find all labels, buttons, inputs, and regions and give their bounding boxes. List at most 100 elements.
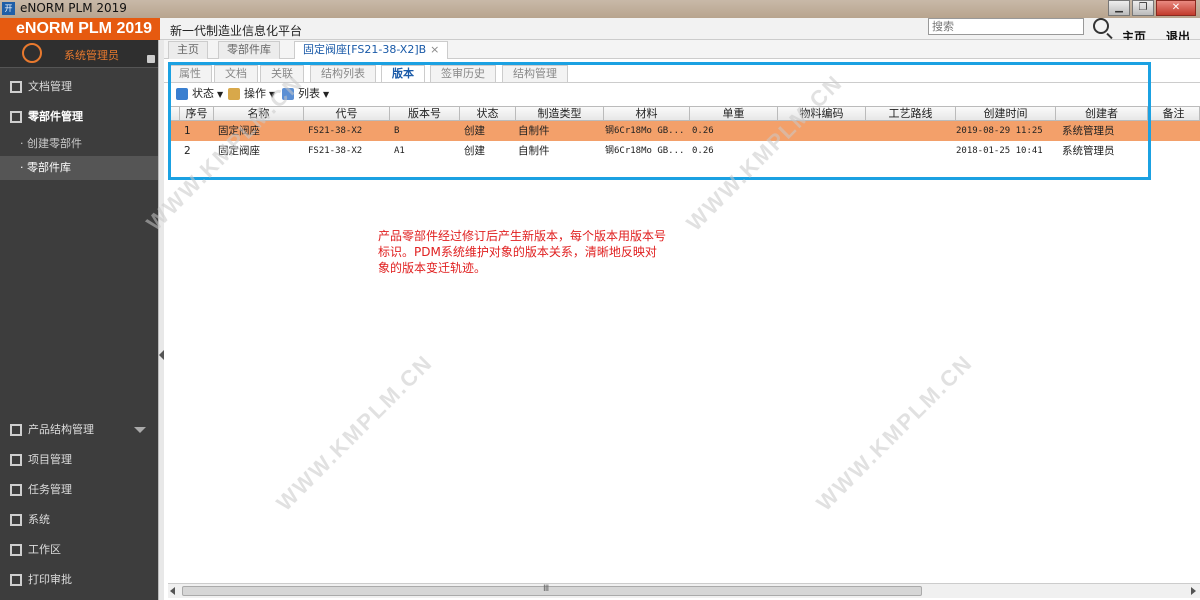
column-header[interactable]: 材料	[604, 107, 690, 121]
sidebar-item-projects[interactable]: 项目管理	[0, 445, 160, 475]
sidebar: 系统管理员 文档管理 零部件管理 · 创建零部件 · 零部件库 产品结构管理 项…	[0, 40, 160, 600]
cell-index: 2	[184, 145, 191, 157]
column-header[interactable]: 备注	[1148, 107, 1200, 121]
user-icon	[22, 43, 42, 63]
slogan: 新一代制造业信息化平台	[170, 24, 303, 38]
column-header[interactable]: 状态	[460, 107, 516, 121]
sidebar-item-product-structure[interactable]: 产品结构管理	[0, 415, 160, 445]
tab-versions[interactable]: 版本	[381, 65, 425, 82]
sidebar-item-parts[interactable]: 零部件管理	[0, 102, 160, 132]
search-icon[interactable]	[1093, 18, 1109, 34]
scrollbar-thumb[interactable]: Ⅲ	[182, 584, 922, 596]
sidebar-item-system[interactable]: 系统	[0, 505, 160, 535]
sidebar-item-label: 零部件管理	[28, 110, 83, 123]
search-input[interactable]	[928, 18, 1084, 35]
window-titlebar: 开 eNORM PLM 2019 ▁ ❐ ✕	[0, 0, 1200, 18]
status-button[interactable]: 状态 ▼	[174, 86, 223, 102]
sidebar-item-label: 文档管理	[28, 80, 72, 93]
cell-weight: 0.26	[692, 126, 714, 136]
task-icon	[10, 484, 22, 496]
close-button[interactable]: ✕	[1156, 0, 1196, 16]
tab-structure-list[interactable]: 结构列表	[310, 65, 376, 82]
tab-properties[interactable]: 属性	[168, 65, 212, 82]
cell-version: B	[394, 126, 400, 136]
column-header[interactable]: 工艺路线	[866, 107, 956, 121]
version-table: 序号 名称 代号 版本号 状态 制造类型 材料 单重 物料编码 工艺路线 创建时…	[168, 106, 1200, 580]
horizontal-scrollbar[interactable]: Ⅲ	[168, 583, 1200, 598]
cell-material: 钢6Cr18Mo GB...	[605, 126, 685, 136]
tab-documents[interactable]: 文档	[214, 65, 258, 82]
cell-version: A1	[394, 146, 405, 156]
toolbar: 状态 ▼ 操作 ▼ 列表 ▼	[170, 84, 1200, 104]
sidebar-item-label: 打印审批	[28, 573, 72, 586]
cell-creator: 系统管理员	[1062, 145, 1115, 157]
chevron-down-icon	[134, 427, 146, 433]
sidebar-item-tasks[interactable]: 任务管理	[0, 475, 160, 505]
sidebar-item-label: 项目管理	[28, 453, 72, 466]
sidebar-item-documents[interactable]: 文档管理	[0, 72, 160, 102]
cell-status: 创建	[464, 145, 485, 157]
tab-fixed-valve-seat[interactable]: 固定阀座[FS21-38-X2]B ×	[294, 41, 449, 59]
user-name[interactable]: 系统管理员	[64, 47, 119, 63]
minimize-button[interactable]: ▁	[1108, 0, 1130, 16]
cell-creator: 系统管理员	[1062, 125, 1115, 137]
cell-make-type: 自制件	[518, 125, 550, 137]
table-row[interactable]: 1 固定阀座 FS21-38-X2 B 创建 自制件 钢6Cr18Mo GB..…	[168, 121, 1200, 141]
workspace-icon	[10, 544, 22, 556]
tab-home[interactable]: 主页	[168, 41, 208, 59]
column-header[interactable]: 创建者	[1056, 107, 1148, 121]
app-icon: 开	[2, 2, 15, 15]
sidebar-item-workspace[interactable]: 工作区	[0, 535, 160, 565]
sidebar-subitem-create-part[interactable]: · 创建零部件	[0, 132, 160, 156]
chevron-down-icon: ▼	[323, 90, 330, 99]
tab-part-library[interactable]: 零部件库	[218, 41, 280, 59]
cube-icon	[10, 424, 22, 436]
operation-icon	[228, 88, 240, 100]
scroll-left-icon[interactable]	[170, 587, 175, 595]
app-header: eNORM PLM 2019 新一代制造业信息化平台 主页 退出	[0, 18, 1200, 44]
tab-bar: 主页 零部件库 固定阀座[FS21-38-X2]B ×	[164, 40, 1200, 59]
tab-structure-management[interactable]: 结构管理	[502, 65, 568, 82]
cell-status: 创建	[464, 125, 485, 137]
detail-tabs: 属性 文档 关联 结构列表 版本 签审历史 结构管理	[164, 63, 1200, 83]
status-label: 状态	[192, 87, 214, 100]
cell-weight: 0.26	[692, 146, 714, 156]
column-header[interactable]: 创建时间	[956, 107, 1056, 121]
cell-make-type: 自制件	[518, 145, 550, 157]
collapse-arrow-icon[interactable]	[159, 350, 164, 360]
window-title: eNORM PLM 2019	[20, 1, 127, 15]
cell-created-time: 2019-08-29 11:25	[956, 126, 1043, 136]
column-header[interactable]: 版本号	[390, 107, 460, 121]
annotation-text: 产品零部件经过修订后产生新版本，每个版本用版本号标识。PDM系统维护对象的版本关…	[378, 229, 667, 275]
column-header[interactable]: 代号	[304, 107, 390, 121]
user-panel: 系统管理员	[0, 40, 160, 68]
scroll-right-icon[interactable]	[1191, 587, 1196, 595]
chevron-down-icon: ▼	[217, 90, 224, 99]
cell-created-time: 2018-01-25 10:41	[956, 146, 1043, 156]
tab-approval-history[interactable]: 签审历史	[430, 65, 496, 82]
cell-material: 钢6Cr18Mo GB...	[605, 146, 685, 156]
column-header[interactable]: 序号	[180, 107, 214, 121]
cell-index: 1	[184, 125, 191, 137]
maximize-button[interactable]: ❐	[1132, 0, 1154, 16]
cell-code: FS21-38-X2	[308, 126, 363, 136]
sidebar-item-print-approval[interactable]: 打印审批	[0, 565, 160, 595]
close-icon[interactable]: ×	[430, 43, 439, 56]
table-row[interactable]: 2 固定阀座 FS21-38-X2 A1 创建 自制件 钢6Cr18Mo GB.…	[168, 141, 1200, 161]
cell-code: FS21-38-X2	[308, 146, 363, 156]
sidebar-item-label: 系统	[28, 513, 50, 526]
sidebar-item-label: 任务管理	[28, 483, 72, 496]
column-header[interactable]: 单重	[690, 107, 778, 121]
system-icon	[10, 514, 22, 526]
thumb-grip-icon: Ⅲ	[543, 584, 550, 594]
table-header: 序号 名称 代号 版本号 状态 制造类型 材料 单重 物料编码 工艺路线 创建时…	[168, 107, 1200, 121]
lock-icon[interactable]	[147, 55, 155, 63]
sidebar-subitem-part-library[interactable]: · 零部件库	[0, 156, 160, 180]
document-icon	[10, 81, 22, 93]
gear-icon	[10, 111, 22, 123]
tab-label: 固定阀座[FS21-38-X2]B	[303, 43, 427, 56]
printer-icon	[10, 574, 22, 586]
column-header[interactable]: 制造类型	[516, 107, 604, 121]
status-icon	[176, 88, 188, 100]
sidebar-splitter[interactable]	[158, 40, 164, 600]
